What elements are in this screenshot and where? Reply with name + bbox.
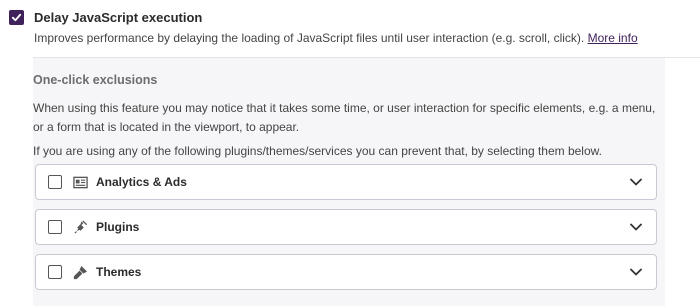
exclusions-paragraph-2: If you are using any of the following pl…	[33, 144, 602, 158]
exclusions-paragraph-1: When using this feature you may notice t…	[33, 101, 656, 134]
setting-title: Delay JavaScript execution	[34, 10, 203, 25]
analytics-checkbox[interactable]	[48, 175, 62, 189]
brush-icon	[72, 264, 88, 280]
plugins-checkbox[interactable]	[48, 220, 62, 234]
exclusions-section: One-click exclusions When using this fea…	[33, 58, 665, 306]
analytics-icon	[72, 174, 88, 190]
setting-text: Delay JavaScript execution Improves perf…	[34, 9, 638, 46]
accordion-label: Themes	[96, 265, 142, 279]
chevron-down-icon[interactable]	[630, 268, 642, 276]
checkmark-icon	[11, 13, 22, 22]
accordion-label: Plugins	[96, 220, 140, 234]
accordion-plugins[interactable]: Plugins	[35, 209, 657, 245]
delay-js-checkbox[interactable]	[9, 10, 24, 25]
delay-js-setting: Delay JavaScript execution Improves perf…	[9, 9, 638, 46]
setting-description: Improves performance by delaying the loa…	[34, 30, 638, 46]
plugin-icon	[72, 219, 88, 235]
accordion-label: Analytics & Ads	[96, 175, 187, 189]
exclusions-title: One-click exclusions	[33, 73, 158, 87]
accordion-analytics[interactable]: Analytics & Ads	[35, 164, 657, 200]
themes-checkbox[interactable]	[48, 265, 62, 279]
chevron-down-icon[interactable]	[630, 223, 642, 231]
accordion-themes[interactable]: Themes	[35, 254, 657, 290]
more-info-link[interactable]: More info	[588, 31, 638, 45]
chevron-down-icon[interactable]	[630, 178, 642, 186]
setting-description-text: Improves performance by delaying the loa…	[34, 31, 585, 45]
